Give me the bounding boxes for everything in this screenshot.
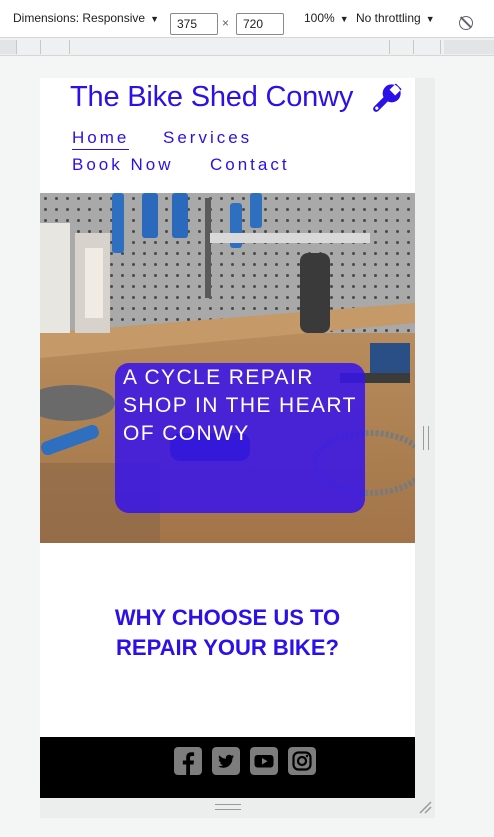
twitter-icon[interactable] [212, 747, 240, 775]
wrench-icon [373, 83, 402, 112]
mq-divider [69, 40, 70, 54]
throttling-label: No throttling [356, 11, 421, 25]
rotate-disabled-icon[interactable] [459, 16, 473, 30]
dimensions-label: Dimensions: Responsive [13, 11, 146, 25]
dimensions-caret-icon: ▼ [150, 14, 159, 24]
resize-handle-bottom[interactable] [215, 804, 241, 810]
hero-headline: A CYCLE REPAIR SHOP IN THE HEART OF CONW… [123, 366, 357, 445]
throttling-caret-icon: ▼ [425, 14, 435, 24]
mq-divider [413, 40, 414, 54]
nav-home-link[interactable]: Home [72, 128, 130, 150]
site-footer [40, 737, 415, 798]
nav-services-link[interactable]: Services [163, 128, 252, 148]
site-logo[interactable]: The Bike Shed Conwy [70, 81, 353, 114]
nav-contact-link[interactable]: Contact [210, 155, 290, 175]
mq-segment-right[interactable] [444, 40, 494, 54]
times-sign: × [222, 16, 230, 30]
instagram-icon[interactable] [288, 747, 316, 775]
emulated-viewport: The Bike Shed Conwy Home Services Book N… [40, 78, 415, 798]
resize-handle-right[interactable] [423, 426, 429, 450]
mq-divider [440, 40, 441, 54]
hero-section: A CYCLE REPAIR SHOP IN THE HEART OF CONW… [40, 193, 415, 543]
mq-segment-left[interactable] [0, 40, 16, 54]
why-choose-heading: WHY CHOOSE US TO REPAIR YOUR BIKE? [114, 605, 341, 660]
media-query-bar[interactable] [0, 38, 494, 56]
youtube-icon[interactable] [250, 747, 278, 775]
resize-handle-corner-icon[interactable] [418, 800, 432, 814]
mq-divider [40, 40, 41, 54]
mq-divider [389, 40, 390, 54]
nav-book-now-link[interactable]: Book Now [72, 155, 173, 175]
dimensions-dropdown[interactable]: Dimensions: Responsive ▼ [13, 11, 159, 25]
throttling-dropdown[interactable]: No throttling ▼ [356, 11, 435, 25]
width-input[interactable] [170, 13, 218, 35]
height-input[interactable] [236, 13, 284, 35]
devtools-device-toolbar: Dimensions: Responsive ▼ × 100% ▼ No throt… [0, 0, 494, 38]
zoom-label: 100% [304, 11, 335, 25]
hero-headline-box: A CYCLE REPAIR SHOP IN THE HEART OF CONW… [115, 363, 365, 513]
zoom-caret-icon: ▼ [339, 14, 349, 24]
zoom-dropdown[interactable]: 100% ▼ [304, 11, 349, 25]
mq-divider [16, 40, 17, 54]
facebook-icon[interactable] [174, 747, 202, 775]
